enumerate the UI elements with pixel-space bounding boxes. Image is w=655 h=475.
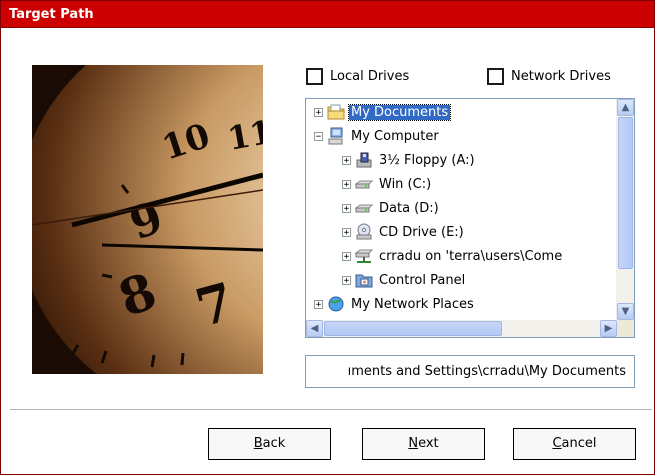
computer-icon [327, 127, 345, 145]
tree-item-label: CD Drive (E:) [379, 224, 464, 240]
cancel-label: ancel [561, 436, 597, 451]
expand-icon[interactable]: + [314, 299, 323, 309]
cancel-button[interactable]: Cancel [513, 428, 636, 460]
hard-drive-icon [354, 175, 374, 193]
separator [10, 409, 652, 411]
cd-drive-icon [355, 223, 373, 241]
folder-documents-icon [327, 103, 345, 121]
tree-item-floppy[interactable]: + 3½ Floppy (A:) [342, 149, 477, 171]
tree-item-label: 3½ Floppy (A:) [379, 152, 475, 168]
network-drives-checkbox[interactable]: Network Drives [487, 68, 611, 85]
expand-icon[interactable]: + [342, 155, 351, 165]
next-accel: N [408, 436, 419, 451]
scrollbar-corner [617, 320, 634, 337]
tree-item-data-d[interactable]: + Data (D:) [342, 197, 441, 219]
tree-item-my-documents[interactable]: + My Documents [314, 101, 452, 123]
local-drives-checkbox[interactable]: Local Drives [306, 68, 409, 85]
target-path-window: Target Path 10 11 9 8 7 Local Drives Net… [0, 0, 655, 475]
network-drives-checkbox-box[interactable] [487, 68, 504, 85]
horizontal-scroll-thumb[interactable] [324, 321, 502, 336]
local-drives-checkbox-box[interactable] [306, 68, 323, 85]
tree-item-label: Data (D:) [379, 200, 439, 216]
back-label: ack [262, 436, 286, 451]
tree-item-control-panel[interactable]: + Control Panel [342, 269, 467, 291]
path-field[interactable]: ıments and Settings\crradu\My Documents [305, 355, 635, 388]
scroll-right-button[interactable]: ▶ [600, 320, 617, 337]
expand-icon[interactable]: + [342, 251, 351, 261]
network-drive-icon [354, 247, 374, 265]
floppy-drive-icon [355, 151, 373, 169]
vertical-scrollbar[interactable]: ▲ ▼ [616, 99, 634, 320]
folder-tree[interactable]: + My Documents − My Computer + 3½ Floppy… [305, 98, 635, 338]
expand-icon[interactable]: + [342, 275, 351, 285]
tree-item-my-computer[interactable]: − My Computer [314, 125, 441, 147]
tree-item-label: My Computer [351, 128, 439, 144]
svg-text:11: 11 [225, 113, 263, 158]
expand-icon[interactable]: + [342, 203, 351, 213]
path-field-value: ıments and Settings\crradu\My Documents [347, 364, 626, 379]
expand-icon[interactable]: + [342, 179, 351, 189]
back-button[interactable]: Back [208, 428, 331, 460]
collapse-icon[interactable]: − [314, 131, 323, 141]
tree-item-label: Win (C:) [379, 176, 432, 192]
tree-item-cd-drive[interactable]: + CD Drive (E:) [342, 221, 466, 243]
tree-item-label: Control Panel [379, 272, 466, 288]
scroll-up-button[interactable]: ▲ [617, 99, 634, 116]
folder-tree-rows: + My Documents − My Computer + 3½ Floppy… [306, 99, 617, 320]
tree-item-label: My Documents [347, 103, 452, 121]
control-panel-icon [355, 271, 373, 289]
scroll-left-button[interactable]: ◀ [306, 320, 323, 337]
tree-item-network-drive[interactable]: + crradu on 'terra\users\Come [342, 245, 564, 267]
next-label: ext [418, 436, 439, 451]
window-title: Target Path [1, 1, 654, 28]
horizontal-scrollbar[interactable]: ◀ ▶ [306, 320, 617, 337]
tree-item-label: crradu on 'terra\users\Come [379, 248, 563, 264]
network-places-icon [327, 295, 345, 313]
scroll-down-button[interactable]: ▼ [617, 303, 634, 320]
expand-icon[interactable]: + [314, 107, 323, 117]
hard-drive-icon [354, 199, 374, 217]
vertical-scroll-thumb[interactable] [618, 117, 633, 269]
back-accel: B [253, 436, 263, 451]
tree-item-label: My Network Places [351, 296, 474, 312]
cancel-accel: C [552, 436, 562, 451]
tree-item-network-places[interactable]: + My Network Places [314, 293, 476, 315]
expand-icon[interactable]: + [342, 227, 351, 237]
local-drives-label: Local Drives [330, 69, 410, 84]
network-drives-label: Network Drives [511, 69, 611, 84]
tree-item-win-c[interactable]: + Win (C:) [342, 173, 433, 195]
next-button[interactable]: Next [362, 428, 485, 460]
clock-image: 10 11 9 8 7 [32, 65, 263, 374]
